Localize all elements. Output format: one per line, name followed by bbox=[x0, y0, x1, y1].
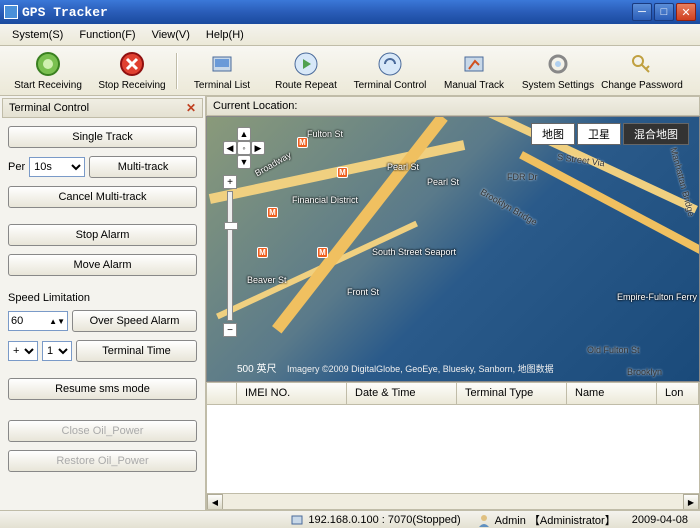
speed-limitation-label: Speed Limitation bbox=[8, 292, 197, 304]
minimize-button[interactable]: ─ bbox=[632, 3, 652, 21]
grid-col-name[interactable]: Name bbox=[567, 383, 657, 404]
menubar: System(S) Function(F) View(V) Help(H) bbox=[0, 24, 700, 46]
metro-icon: M bbox=[267, 207, 278, 218]
map-type-hybrid[interactable]: 混合地图 bbox=[623, 123, 689, 145]
map-label: FDR Dr bbox=[507, 172, 538, 182]
key-icon bbox=[628, 50, 656, 78]
current-location-header: Current Location: bbox=[206, 96, 700, 116]
menu-system[interactable]: System(S) bbox=[4, 27, 71, 43]
terminal-control-button[interactable]: Terminal Control bbox=[348, 48, 432, 93]
status-admin: Admin 【Administrator】 bbox=[495, 512, 616, 528]
map-label: Brooklyn bbox=[627, 367, 662, 377]
sidebar: Terminal Control ✕ Single Track Per 10s … bbox=[0, 96, 206, 510]
map-label: South Street Seaport bbox=[372, 247, 456, 257]
per-interval-select[interactable]: 10s bbox=[29, 157, 85, 177]
map-pan-north[interactable]: ▲ bbox=[237, 127, 251, 141]
map-label: Empire-Fulton Ferry State Park bbox=[617, 292, 700, 302]
data-grid: IMEI NO. Date & Time Terminal Type Name … bbox=[206, 382, 700, 510]
multi-track-button[interactable]: Multi-track bbox=[89, 156, 197, 178]
map-label: Old Fulton St bbox=[587, 345, 640, 355]
settings-icon bbox=[544, 50, 572, 78]
terminal-list-button[interactable]: Terminal List bbox=[180, 48, 264, 93]
map-pan-south[interactable]: ▼ bbox=[237, 155, 251, 169]
scroll-left-button[interactable]: ◀ bbox=[207, 494, 223, 510]
start-receiving-button[interactable]: Start Receiving bbox=[6, 48, 90, 93]
close-oil-power-button[interactable]: Close Oil_Power bbox=[8, 420, 197, 442]
main-panel: Current Location: M M M M M Fulton St Br… bbox=[206, 96, 700, 510]
map-pan-west[interactable]: ◀ bbox=[223, 141, 237, 155]
close-button[interactable]: ✕ bbox=[676, 3, 696, 21]
manual-track-icon bbox=[460, 50, 488, 78]
map-label: Pearl St bbox=[387, 162, 419, 172]
timezone-sign-select[interactable]: + bbox=[8, 341, 38, 361]
maximize-button[interactable]: □ bbox=[654, 3, 674, 21]
map-scale: 500 英尺 bbox=[237, 360, 276, 375]
map-pan-center[interactable]: ◦ bbox=[237, 141, 251, 155]
status-server: 192.168.0.100 : 7070(Stopped) bbox=[308, 514, 460, 526]
metro-icon: M bbox=[337, 167, 348, 178]
statusbar: 192.168.0.100 : 7070(Stopped) Admin 【Adm… bbox=[0, 510, 700, 528]
per-label: Per bbox=[8, 161, 25, 173]
window-title: GPS Tracker bbox=[22, 5, 630, 20]
over-speed-alarm-button[interactable]: Over Speed Alarm bbox=[72, 310, 197, 332]
move-alarm-button[interactable]: Move Alarm bbox=[8, 254, 197, 276]
sidebar-header: Terminal Control ✕ bbox=[2, 98, 203, 118]
route-repeat-button[interactable]: Route Repeat bbox=[264, 48, 348, 93]
map-label: Front St bbox=[347, 287, 379, 297]
map-type-map[interactable]: 地图 bbox=[531, 123, 575, 145]
map-label: Financial District bbox=[292, 195, 358, 205]
cancel-multi-track-button[interactable]: Cancel Multi-track bbox=[8, 186, 197, 208]
start-icon bbox=[34, 50, 62, 78]
user-icon bbox=[477, 513, 491, 527]
stop-alarm-button[interactable]: Stop Alarm bbox=[8, 224, 197, 246]
terminal-time-button[interactable]: Terminal Time bbox=[76, 340, 197, 362]
server-icon bbox=[290, 513, 304, 527]
grid-col-terminal-type[interactable]: Terminal Type bbox=[457, 383, 567, 404]
grid-header: IMEI NO. Date & Time Terminal Type Name … bbox=[207, 383, 699, 405]
terminal-control-icon bbox=[376, 50, 404, 78]
map-zoom-out[interactable]: − bbox=[223, 323, 237, 337]
map-label: Fulton St bbox=[307, 129, 343, 139]
route-repeat-icon bbox=[292, 50, 320, 78]
map-pan-east[interactable]: ▶ bbox=[251, 141, 265, 155]
sidebar-close-icon[interactable]: ✕ bbox=[186, 101, 196, 115]
timezone-hour-select[interactable]: 1 bbox=[42, 341, 72, 361]
manual-track-button[interactable]: Manual Track bbox=[432, 48, 516, 93]
change-password-button[interactable]: Change Password bbox=[600, 48, 684, 93]
stop-icon bbox=[118, 50, 146, 78]
stop-receiving-button[interactable]: Stop Receiving bbox=[90, 48, 174, 93]
grid-col-datetime[interactable]: Date & Time bbox=[347, 383, 457, 404]
menu-function[interactable]: Function(F) bbox=[71, 27, 143, 43]
metro-icon: M bbox=[317, 247, 328, 258]
window-titlebar: GPS Tracker ─ □ ✕ bbox=[0, 0, 700, 24]
terminal-list-icon bbox=[208, 50, 236, 78]
single-track-button[interactable]: Single Track bbox=[8, 126, 197, 148]
grid-col-blank[interactable] bbox=[207, 383, 237, 404]
resume-sms-button[interactable]: Resume sms mode bbox=[8, 378, 197, 400]
map-attribution: Imagery ©2009 DigitalGlobe, GeoEye, Blue… bbox=[287, 362, 554, 375]
map-zoom-slider[interactable] bbox=[227, 191, 233, 321]
menu-help[interactable]: Help(H) bbox=[198, 27, 252, 43]
grid-body bbox=[207, 405, 699, 493]
map-type-switcher: 地图 卫星 混合地图 bbox=[529, 123, 689, 145]
map-type-satellite[interactable]: 卫星 bbox=[577, 123, 621, 145]
grid-col-lon[interactable]: Lon bbox=[657, 383, 699, 404]
restore-oil-power-button[interactable]: Restore Oil_Power bbox=[8, 450, 197, 472]
system-settings-button[interactable]: System Settings bbox=[516, 48, 600, 93]
map[interactable]: M M M M M Fulton St Broadway Pearl St Pe… bbox=[206, 116, 700, 382]
map-zoom-in[interactable]: + bbox=[223, 175, 237, 189]
menu-view[interactable]: View(V) bbox=[144, 27, 198, 43]
toolbar: Start Receiving Stop Receiving Terminal … bbox=[0, 46, 700, 96]
status-date: 2009-04-08 bbox=[632, 514, 688, 526]
map-label: Pearl St bbox=[427, 177, 459, 187]
horizontal-scrollbar[interactable]: ◀ ▶ bbox=[207, 493, 699, 509]
grid-col-imei[interactable]: IMEI NO. bbox=[237, 383, 347, 404]
speed-value-input[interactable]: 60▲▼ bbox=[8, 311, 68, 331]
app-icon bbox=[4, 5, 18, 19]
scroll-right-button[interactable]: ▶ bbox=[683, 494, 699, 510]
map-controls: ▲ ▼ ◀ ▶ ◦ + − bbox=[223, 127, 265, 337]
